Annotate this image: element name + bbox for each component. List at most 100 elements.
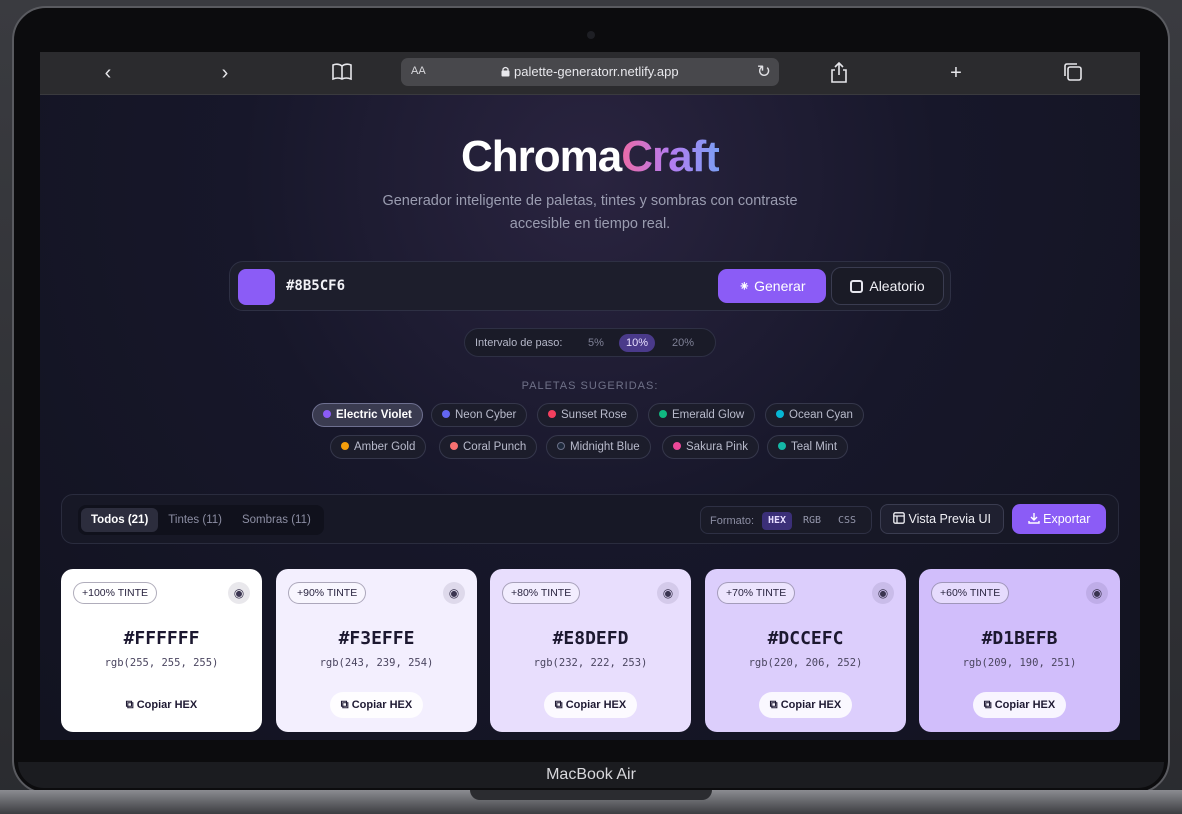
color-dot xyxy=(450,442,458,450)
card-hex: #E8DEFD xyxy=(552,628,629,649)
chip-electric-violet[interactable]: Electric Violet xyxy=(312,403,423,427)
tint-badge: +80% TINTE xyxy=(502,582,581,604)
tab-all[interactable]: Todos (21) xyxy=(81,508,159,532)
new-tab-icon[interactable]: + xyxy=(945,62,967,84)
chip-label: Sakura Pink xyxy=(686,441,749,453)
laptop-chin: MacBook Air xyxy=(18,762,1164,788)
copy-label: Copiar HEX xyxy=(780,699,842,711)
color-dot xyxy=(323,410,331,418)
color-swatch-picker[interactable] xyxy=(238,269,275,305)
target-icon[interactable]: ◉ xyxy=(228,582,250,604)
color-dot xyxy=(659,410,667,418)
ui-preview-label: Vista Previa UI xyxy=(908,512,991,526)
address-bar[interactable]: AA palette-generatorr.netlify.app ↻ xyxy=(401,58,779,86)
chip-label: Midnight Blue xyxy=(570,441,640,453)
back-icon[interactable]: ‹ xyxy=(97,62,119,84)
browser-toolbar: ‹ › AA palette-generatorr.netlify.app ↻ … xyxy=(40,52,1140,95)
copy-label: Copiar HEX xyxy=(565,699,627,711)
chip-amber-gold[interactable]: Amber Gold xyxy=(330,435,427,459)
tabs-icon[interactable] xyxy=(1062,62,1084,84)
step-option-20[interactable]: 20% xyxy=(665,334,701,352)
copy-label: Copiar HEX xyxy=(351,699,413,711)
chip-label: Neon Cyber xyxy=(455,409,517,421)
target-icon[interactable]: ◉ xyxy=(872,582,894,604)
chip-label: Teal Mint xyxy=(791,441,838,453)
color-card[interactable]: +60% TINTE ◉ #D1BEFB rgb(209, 190, 251) … xyxy=(919,569,1120,732)
forward-icon[interactable]: › xyxy=(214,62,236,84)
chip-emerald-glow[interactable]: Emerald Glow xyxy=(648,403,756,427)
color-card[interactable]: +80% TINTE ◉ #E8DEFD rgb(232, 222, 253) … xyxy=(490,569,691,732)
chip-label: Ocean Cyan xyxy=(789,409,853,421)
target-icon[interactable]: ◉ xyxy=(657,582,679,604)
copy-icon: ⧉ xyxy=(983,699,992,711)
export-button[interactable]: Exportar xyxy=(1012,504,1106,534)
card-rgb: rgb(243, 239, 254) xyxy=(319,657,434,669)
card-hex: #DCCEFC xyxy=(767,628,844,649)
format-css[interactable]: CSS xyxy=(832,512,862,530)
bookmarks-icon[interactable] xyxy=(331,62,353,84)
copy-icon: ⧉ xyxy=(554,699,563,711)
target-icon[interactable]: ◉ xyxy=(1086,582,1108,604)
download-icon xyxy=(1027,512,1043,526)
sparkle-icon: ⁕ xyxy=(738,278,751,294)
color-card[interactable]: +90% TINTE ◉ #F3EFFE rgb(243, 239, 254) … xyxy=(276,569,477,732)
chip-sunset-rose[interactable]: Sunset Rose xyxy=(537,403,638,427)
color-dot xyxy=(548,410,556,418)
title-craft: Craft xyxy=(621,132,720,181)
laptop-notch xyxy=(470,790,712,800)
step-option-10[interactable]: 10% xyxy=(619,334,656,352)
filter-tabs: Todos (21) Tintes (11) Sombras (11) xyxy=(78,505,324,535)
copy-hex-button[interactable]: ⧉ Copiar HEX xyxy=(973,692,1066,718)
app-subtitle: Generador inteligente de paletas, tintes… xyxy=(360,190,820,236)
chip-ocean-cyan[interactable]: Ocean Cyan xyxy=(765,403,864,427)
color-card[interactable]: +100% TINTE ◉ #FFFFFF rgb(255, 255, 255)… xyxy=(61,569,262,732)
format-selector: Formato: HEX RGB CSS xyxy=(700,506,872,534)
layout-icon xyxy=(893,512,908,526)
ui-preview-button[interactable]: Vista Previa UI xyxy=(880,504,1004,534)
color-dot xyxy=(442,410,450,418)
tab-shades[interactable]: Sombras (11) xyxy=(232,508,321,532)
color-dot xyxy=(778,442,786,450)
chip-teal-mint[interactable]: Teal Mint xyxy=(767,435,849,459)
share-icon[interactable] xyxy=(828,61,850,84)
screen: ‹ › AA palette-generatorr.netlify.app ↻ … xyxy=(40,52,1140,740)
chip-midnight-blue[interactable]: Midnight Blue xyxy=(546,435,651,459)
chip-sakura-pink[interactable]: Sakura Pink xyxy=(662,435,760,459)
tab-tints[interactable]: Tintes (11) xyxy=(158,508,232,532)
title-chroma: Chroma xyxy=(461,132,622,181)
random-button[interactable]: Aleatorio xyxy=(831,267,944,305)
reload-icon[interactable]: ↻ xyxy=(757,62,771,82)
camera-icon xyxy=(587,31,595,39)
chip-neon-cyber[interactable]: Neon Cyber xyxy=(431,403,528,427)
tint-badge: +60% TINTE xyxy=(931,582,1010,604)
copy-hex-button[interactable]: ⧉ Copiar HEX xyxy=(330,692,423,718)
tint-badge: +90% TINTE xyxy=(288,582,367,604)
step-option-5[interactable]: 5% xyxy=(581,334,611,352)
copy-hex-button[interactable]: ⧉ Copiar HEX xyxy=(544,692,637,718)
copy-label: Copiar HEX xyxy=(136,699,198,711)
format-label: Formato: xyxy=(710,515,755,527)
chip-label: Electric Violet xyxy=(336,409,412,421)
copy-hex-button[interactable]: ⧉ Copiar HEX xyxy=(759,692,852,718)
color-dot xyxy=(776,410,784,418)
copy-hex-button[interactable]: ⧉ Copiar HEX xyxy=(115,692,208,718)
color-card[interactable]: +70% TINTE ◉ #DCCEFC rgb(220, 206, 252) … xyxy=(705,569,906,732)
step-interval-selector: Intervalo de paso: 5% 10% 20% xyxy=(464,328,716,357)
card-rgb: rgb(209, 190, 251) xyxy=(962,657,1077,669)
generate-label: Generar xyxy=(754,278,806,294)
target-icon[interactable]: ◉ xyxy=(443,582,465,604)
format-hex[interactable]: HEX xyxy=(762,512,793,530)
format-rgb[interactable]: RGB xyxy=(797,512,827,530)
chip-coral-punch[interactable]: Coral Punch xyxy=(439,435,538,459)
tint-badge: +100% TINTE xyxy=(73,582,158,604)
card-hex: #D1BEFB xyxy=(981,628,1058,649)
hex-input[interactable]: #8B5CF6 xyxy=(286,278,345,294)
device-label: MacBook Air xyxy=(546,766,636,783)
copy-icon: ⧉ xyxy=(769,699,778,711)
results-toolbar: Todos (21) Tintes (11) Sombras (11) Format… xyxy=(61,494,1119,544)
random-label: Aleatorio xyxy=(869,278,925,294)
color-dot xyxy=(557,442,565,450)
dice-icon xyxy=(850,280,864,293)
subtitle-line-1: Generador inteligente de paletas, tintes… xyxy=(382,193,798,209)
generate-button[interactable]: ⁕ Generar xyxy=(718,269,826,303)
